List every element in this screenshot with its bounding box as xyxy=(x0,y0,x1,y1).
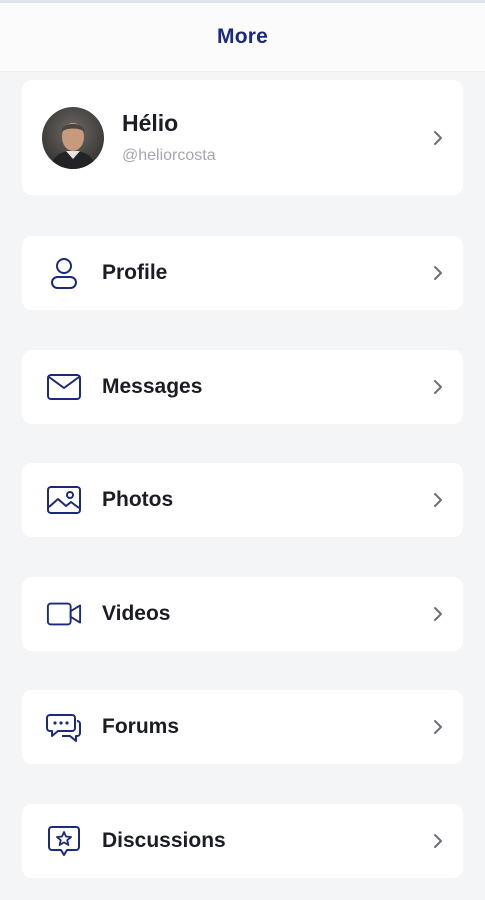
top-bar: More xyxy=(0,0,485,72)
menu-item-videos[interactable]: Videos xyxy=(22,577,463,651)
chevron-right-icon xyxy=(431,264,445,282)
menu-item-label: Photos xyxy=(102,488,174,511)
photo-icon xyxy=(46,482,82,518)
chevron-right-icon xyxy=(431,832,445,850)
chevron-right-icon xyxy=(431,378,445,396)
menu-item-label: Messages xyxy=(102,375,203,398)
person-icon xyxy=(46,255,82,291)
menu-item-label: Discussions xyxy=(102,829,226,852)
chevron-right-icon xyxy=(431,718,445,736)
chat-bubbles-icon xyxy=(46,709,82,745)
avatar xyxy=(42,106,104,169)
chevron-right-icon xyxy=(431,129,445,147)
menu-item-label: Videos xyxy=(102,602,171,625)
discussion-star-icon xyxy=(46,823,82,859)
menu-item-photos[interactable]: Photos xyxy=(22,463,463,537)
menu-item-label: Profile xyxy=(102,261,168,284)
menu-item-forums[interactable]: Forums xyxy=(22,690,463,764)
menu-item-label: Forums xyxy=(102,715,180,738)
menu-item-profile[interactable]: Profile xyxy=(22,236,463,310)
chevron-right-icon xyxy=(431,605,445,623)
page-title: More xyxy=(217,25,268,48)
user-profile-card[interactable]: Hélio @heliorcosta xyxy=(22,80,463,195)
chevron-right-icon xyxy=(431,491,445,509)
menu-item-discussions[interactable]: Discussions xyxy=(22,804,463,878)
menu-item-messages[interactable]: Messages xyxy=(22,350,463,424)
envelope-icon xyxy=(46,369,82,405)
user-handle: @heliorcosta xyxy=(122,147,216,164)
user-name: Hélio xyxy=(122,110,179,136)
video-camera-icon xyxy=(46,596,82,632)
